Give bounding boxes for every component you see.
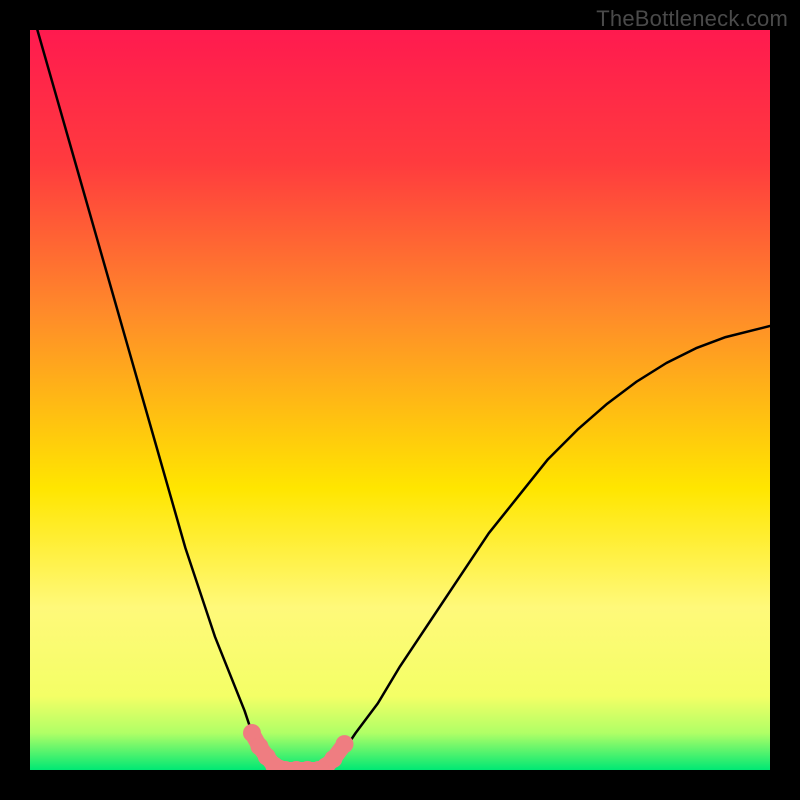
watermark-text: TheBottleneck.com — [596, 6, 788, 32]
chart-stage: TheBottleneck.com — [0, 0, 800, 800]
plot-background — [30, 30, 770, 770]
marker-dot — [336, 735, 354, 753]
chart-plot — [30, 30, 770, 770]
